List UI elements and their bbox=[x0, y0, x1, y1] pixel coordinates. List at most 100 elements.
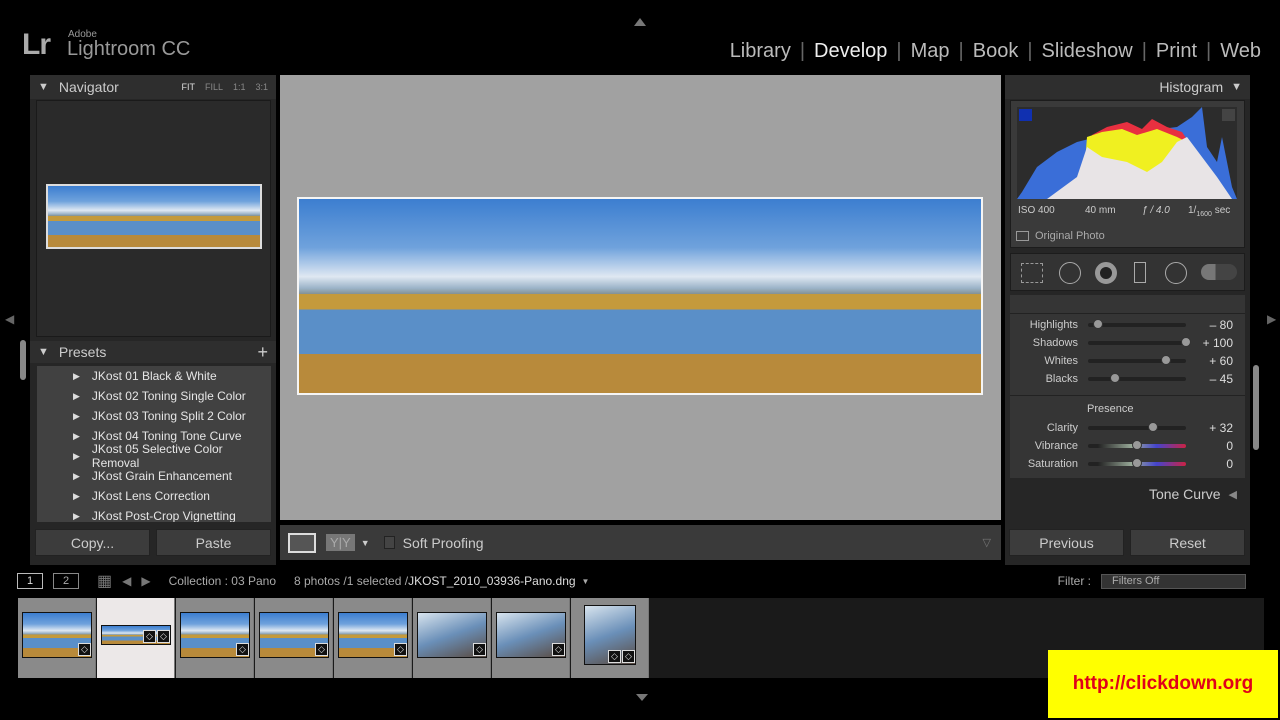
develop-settings-badge-icon[interactable]: ◇ bbox=[78, 643, 91, 656]
dropdown-arrow-icon[interactable]: ▼ bbox=[361, 538, 370, 548]
slider-track[interactable] bbox=[1088, 440, 1186, 450]
slider-knob[interactable] bbox=[1109, 373, 1120, 383]
second-screen-button[interactable]: 2 bbox=[53, 573, 79, 589]
slider-track[interactable] bbox=[1088, 355, 1186, 365]
develop-settings-badge-icon[interactable]: ◇ bbox=[236, 643, 249, 656]
paste-button[interactable]: Paste bbox=[156, 529, 271, 556]
preset-folder[interactable]: ▶ JKost Post-Crop Vignetting bbox=[37, 506, 271, 522]
left-scrollbar[interactable] bbox=[20, 340, 26, 380]
slider-value[interactable]: + 60 bbox=[1209, 354, 1233, 368]
zoom-1-1[interactable]: 1:1 bbox=[233, 82, 246, 92]
right-panel-toggle-icon[interactable]: ▶ bbox=[1267, 312, 1276, 326]
histogram-graph[interactable] bbox=[1017, 107, 1237, 199]
zoom-3-1[interactable]: 3:1 bbox=[255, 82, 268, 92]
radial-filter-icon[interactable] bbox=[1165, 262, 1187, 284]
original-photo-toggle[interactable]: Original Photo bbox=[1016, 230, 1105, 242]
filmstrip-thumbnail[interactable]: ◇ bbox=[18, 598, 96, 678]
histogram-header[interactable]: Histogram ▼ bbox=[1005, 75, 1250, 99]
presets-header[interactable]: ▼ Presets + bbox=[30, 341, 276, 363]
graduated-filter-icon[interactable] bbox=[1134, 262, 1146, 283]
filmstrip-thumbnail[interactable]: ◇ bbox=[176, 598, 254, 678]
expand-triangle-icon: ▶ bbox=[73, 450, 80, 461]
back-arrow-icon[interactable]: ◀ bbox=[122, 574, 131, 588]
develop-settings-badge-icon[interactable]: ◇ bbox=[608, 650, 621, 663]
develop-settings-badge-icon[interactable]: ◇ bbox=[315, 643, 328, 656]
preset-folder[interactable]: ▶ JKost 05 Selective Color Removal bbox=[37, 442, 271, 470]
develop-settings-badge-icon[interactable]: ◇ bbox=[622, 650, 635, 663]
grid-icon[interactable]: ▦ bbox=[97, 571, 112, 591]
slider-value[interactable]: + 100 bbox=[1203, 336, 1233, 350]
previous-button[interactable]: Previous bbox=[1009, 529, 1124, 556]
slider-track[interactable] bbox=[1088, 422, 1186, 432]
slider-track[interactable] bbox=[1088, 319, 1186, 329]
slider-value[interactable]: 0 bbox=[1226, 457, 1233, 471]
develop-settings-badge-icon[interactable]: ◇ bbox=[394, 643, 407, 656]
module-book[interactable]: Book bbox=[964, 40, 1028, 63]
slider-knob[interactable] bbox=[1147, 422, 1158, 432]
tone-curve-header[interactable]: Tone Curve ◀ bbox=[1010, 482, 1245, 506]
develop-settings-badge-icon[interactable]: ◇ bbox=[143, 630, 156, 643]
slider-track[interactable] bbox=[1088, 337, 1191, 347]
preset-folder[interactable]: ▶ JKost 02 Toning Single Color bbox=[37, 386, 271, 406]
zoom-fill[interactable]: FILL bbox=[205, 82, 223, 92]
navigator-thumbnail[interactable] bbox=[46, 184, 262, 249]
slider-knob[interactable] bbox=[1161, 355, 1172, 365]
slider-value[interactable]: + 32 bbox=[1209, 421, 1233, 435]
left-panel-toggle-icon[interactable]: ◀ bbox=[5, 312, 14, 326]
main-photo[interactable] bbox=[297, 197, 983, 395]
before-after-icon[interactable]: Y|Y bbox=[326, 534, 355, 551]
highlight-clipping-icon[interactable] bbox=[1222, 109, 1235, 121]
toolbar-menu-icon[interactable]: ▽ bbox=[983, 536, 991, 549]
filename[interactable]: JKOST_2010_03936-Pano.dng bbox=[408, 574, 575, 588]
add-preset-icon[interactable]: + bbox=[257, 342, 268, 363]
develop-settings-badge-icon[interactable]: ◇ bbox=[473, 643, 486, 656]
filmstrip-thumbnail[interactable]: ◇ bbox=[492, 598, 570, 678]
filmstrip-thumbnail[interactable]: ◇ bbox=[334, 598, 412, 678]
develop-settings-badge-icon[interactable]: ◇ bbox=[157, 630, 170, 643]
red-eye-icon[interactable] bbox=[1095, 262, 1117, 284]
filmstrip-thumbnail[interactable]: ◇ ◇ bbox=[97, 598, 175, 678]
filmstrip-thumbnail[interactable]: ◇ bbox=[413, 598, 491, 678]
module-map[interactable]: Map bbox=[902, 40, 959, 63]
right-scrollbar[interactable] bbox=[1253, 365, 1259, 450]
bottom-panel-toggle-icon[interactable] bbox=[636, 694, 648, 701]
develop-settings-badge-icon[interactable]: ◇ bbox=[552, 643, 565, 656]
loupe-view-icon[interactable] bbox=[288, 532, 316, 553]
module-slideshow[interactable]: Slideshow bbox=[1033, 40, 1142, 63]
collection-label[interactable]: Collection : 03 Pano bbox=[169, 574, 276, 588]
filter-select[interactable]: Filters Off bbox=[1101, 573, 1246, 589]
slider-value[interactable]: 0 bbox=[1226, 439, 1233, 453]
copy-button[interactable]: Copy... bbox=[35, 529, 150, 556]
zoom-fit[interactable]: FIT bbox=[181, 82, 195, 92]
reset-button[interactable]: Reset bbox=[1130, 529, 1245, 556]
preset-folder[interactable]: ▶ JKost Lens Correction bbox=[37, 486, 271, 506]
navigator-zoom-options: FIT FILL 1:1 3:1 bbox=[181, 82, 268, 92]
slider-track[interactable] bbox=[1088, 458, 1186, 468]
slider-knob[interactable] bbox=[1181, 337, 1191, 347]
top-panel-toggle-icon[interactable] bbox=[634, 18, 646, 26]
slider-value[interactable]: – 80 bbox=[1210, 318, 1233, 332]
slider-label: Blacks bbox=[1045, 373, 1078, 385]
crop-overlay-icon[interactable] bbox=[1021, 263, 1043, 283]
slider-knob[interactable] bbox=[1092, 319, 1103, 329]
module-web[interactable]: Web bbox=[1211, 40, 1270, 63]
filmstrip-thumbnail[interactable]: ◇ ◇ bbox=[571, 598, 649, 678]
preset-folder[interactable]: ▶ JKost 03 Toning Split 2 Color bbox=[37, 406, 271, 426]
forward-arrow-icon[interactable]: ▶ bbox=[141, 574, 150, 588]
module-develop[interactable]: Develop bbox=[805, 40, 896, 63]
dropdown-arrow-icon[interactable]: ▼ bbox=[582, 577, 590, 586]
soft-proofing-checkbox[interactable] bbox=[383, 536, 395, 549]
slider-knob[interactable] bbox=[1132, 440, 1142, 450]
module-library[interactable]: Library bbox=[721, 40, 800, 63]
adjustment-brush-icon[interactable] bbox=[1201, 264, 1237, 280]
slider-track[interactable] bbox=[1088, 373, 1186, 383]
slider-value[interactable]: – 45 bbox=[1210, 372, 1233, 386]
navigator-header[interactable]: ▼ Navigator FIT FILL 1:1 3:1 bbox=[30, 75, 276, 99]
filmstrip-thumbnail[interactable]: ◇ bbox=[255, 598, 333, 678]
main-screen-button[interactable]: 1 bbox=[17, 573, 43, 589]
slider-knob[interactable] bbox=[1132, 458, 1142, 468]
spot-removal-icon[interactable] bbox=[1059, 262, 1081, 284]
module-print[interactable]: Print bbox=[1147, 40, 1206, 63]
shadow-clipping-icon[interactable] bbox=[1019, 109, 1032, 121]
preset-folder[interactable]: ▶ JKost 01 Black & White bbox=[37, 366, 271, 386]
